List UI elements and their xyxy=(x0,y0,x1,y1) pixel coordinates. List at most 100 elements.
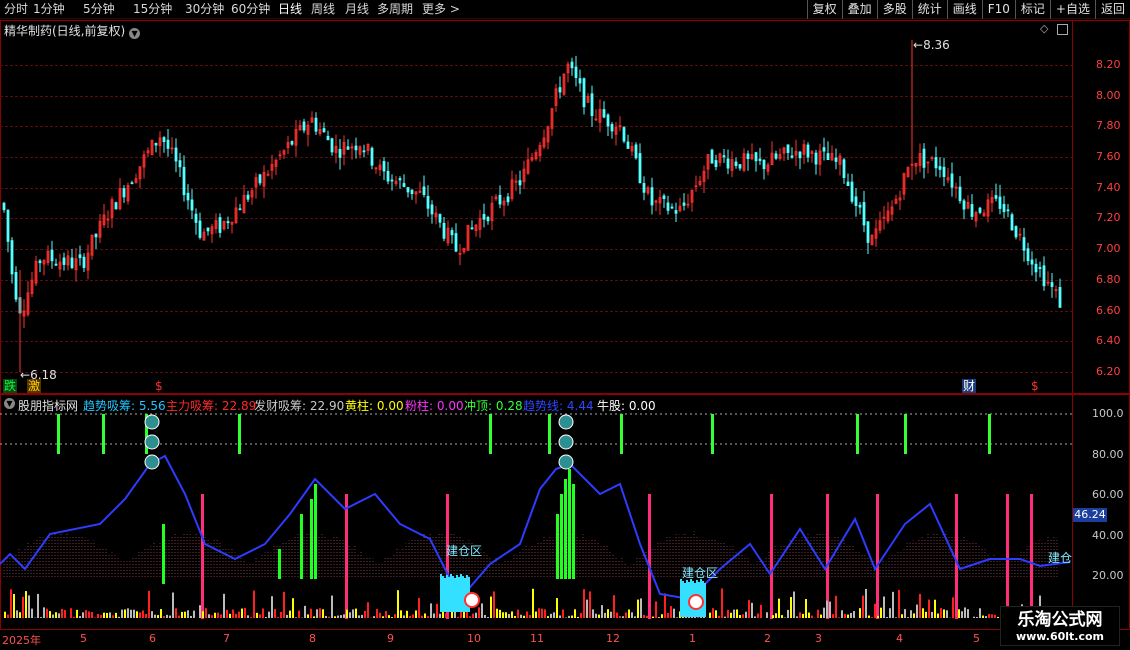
candle-body xyxy=(862,202,866,226)
candle-body xyxy=(2,202,6,211)
period-tab-weekly[interactable]: 周线 xyxy=(311,2,335,17)
histogram-bar xyxy=(169,615,171,618)
top-signal-bar xyxy=(711,414,714,454)
histogram-bar xyxy=(844,613,846,618)
histogram-bar xyxy=(817,609,819,618)
histogram-bar xyxy=(718,615,720,618)
histogram-bar xyxy=(730,612,732,618)
histogram-bar xyxy=(733,609,735,618)
candle-body xyxy=(518,180,522,186)
histogram-bar xyxy=(352,609,354,618)
period-tab-5min[interactable]: 5分钟 xyxy=(83,2,115,17)
histogram-bar xyxy=(181,611,183,618)
period-tab-15min[interactable]: 15分钟 xyxy=(133,2,172,17)
buy-signal-icon[interactable] xyxy=(688,594,704,610)
pink-spike-bar xyxy=(770,494,773,619)
histogram-bar xyxy=(934,599,936,618)
dollar-signal-marker[interactable]: $ xyxy=(155,379,163,393)
multi-stock-button[interactable]: 多股 xyxy=(876,0,912,19)
time-axis-label: 2 xyxy=(764,632,771,645)
histogram-bar xyxy=(235,613,237,618)
candle-body xyxy=(590,93,594,117)
period-tab-fenshi[interactable]: 分时 xyxy=(4,2,28,17)
histogram-bar xyxy=(121,609,123,618)
f10-button[interactable]: F10 xyxy=(981,0,1015,19)
fuquan-button[interactable]: 复权 xyxy=(806,0,842,19)
period-tab-monthly[interactable]: 月线 xyxy=(345,2,369,17)
back-button[interactable]: 返回 xyxy=(1094,0,1130,19)
indicator-plot[interactable] xyxy=(0,394,1073,630)
histogram-bar xyxy=(961,611,963,618)
draw-line-button[interactable]: 画线 xyxy=(946,0,982,19)
histogram-bar xyxy=(358,615,360,618)
candle-body xyxy=(834,157,838,162)
histogram-bar xyxy=(22,596,24,618)
histogram-bar xyxy=(853,611,855,618)
statistics-button[interactable]: 统计 xyxy=(911,0,947,19)
histogram-bar xyxy=(391,617,393,618)
buy-signal-icon[interactable] xyxy=(464,592,480,608)
histogram-bar xyxy=(589,591,591,618)
histogram-bar xyxy=(244,607,246,618)
green-bar xyxy=(310,499,313,579)
histogram-bar xyxy=(484,615,486,618)
period-tab-60min[interactable]: 60分钟 xyxy=(231,2,270,17)
candle-body xyxy=(186,192,190,201)
histogram-bar xyxy=(721,588,723,618)
histogram-bar xyxy=(16,610,18,618)
signal-badge-icon[interactable] xyxy=(144,434,160,450)
histogram-bar xyxy=(535,611,537,618)
histogram-bar xyxy=(958,609,960,618)
period-tab-1min[interactable]: 1分钟 xyxy=(33,2,65,17)
period-tab-more[interactable]: 更多 > xyxy=(422,2,460,17)
histogram-bar xyxy=(46,608,48,618)
signal-badge-icon[interactable] xyxy=(144,454,160,470)
candlestick-series[interactable] xyxy=(0,20,1073,394)
price-tick: 6.40 xyxy=(1096,334,1121,347)
overlay-button[interactable]: 叠加 xyxy=(841,0,877,19)
candle-body xyxy=(650,187,654,206)
histogram-bar xyxy=(628,609,630,618)
signal-badge-icon[interactable] xyxy=(558,434,574,450)
watermark-url: www.60lt.com xyxy=(1015,630,1105,643)
candle-body xyxy=(6,209,10,242)
histogram-bar xyxy=(640,598,642,618)
signal-badge-icon[interactable] xyxy=(558,454,574,470)
histogram-bar xyxy=(322,609,324,618)
candle-body xyxy=(774,153,778,159)
period-tab-daily[interactable]: 日线 xyxy=(278,2,302,17)
histogram-bar xyxy=(79,616,81,618)
indicator-tick: 80.00 xyxy=(1092,448,1124,461)
add-watchlist-button[interactable]: +自选 xyxy=(1049,0,1095,19)
histogram-bar xyxy=(310,608,312,618)
histogram-bar xyxy=(433,613,435,618)
period-tab-multi[interactable]: 多周期 xyxy=(377,2,413,17)
histogram-bar xyxy=(160,609,162,618)
current-value-badge: 46.24 xyxy=(1073,508,1107,522)
candle-body xyxy=(258,174,262,184)
dollar-signal-marker[interactable]: $ xyxy=(1031,379,1039,393)
histogram-bar xyxy=(295,617,297,618)
time-axis-label: 3 xyxy=(815,632,822,645)
period-tab-30min[interactable]: 30分钟 xyxy=(185,2,224,17)
die-signal-marker[interactable]: 跌 xyxy=(3,379,18,393)
candle-body xyxy=(846,181,850,187)
histogram-bar xyxy=(607,609,609,618)
cai-signal-marker[interactable]: 财 xyxy=(962,379,977,393)
histogram-bar xyxy=(610,611,612,618)
histogram-bar xyxy=(775,613,777,618)
histogram-bar xyxy=(214,612,216,618)
candle-body xyxy=(78,254,82,259)
histogram-bar xyxy=(766,612,768,618)
candle-body xyxy=(962,200,966,210)
time-axis-label: 5 xyxy=(80,632,87,645)
build-zone-bar xyxy=(440,574,442,612)
candle-body xyxy=(82,256,86,268)
mark-button[interactable]: 标记 xyxy=(1014,0,1050,19)
histogram-bar xyxy=(994,614,996,618)
histogram-bar xyxy=(31,608,33,618)
ji-signal-marker[interactable]: 激 xyxy=(27,379,42,393)
candle-body xyxy=(470,227,474,230)
signal-badge-icon[interactable] xyxy=(558,414,574,430)
signal-badge-icon[interactable] xyxy=(144,414,160,430)
